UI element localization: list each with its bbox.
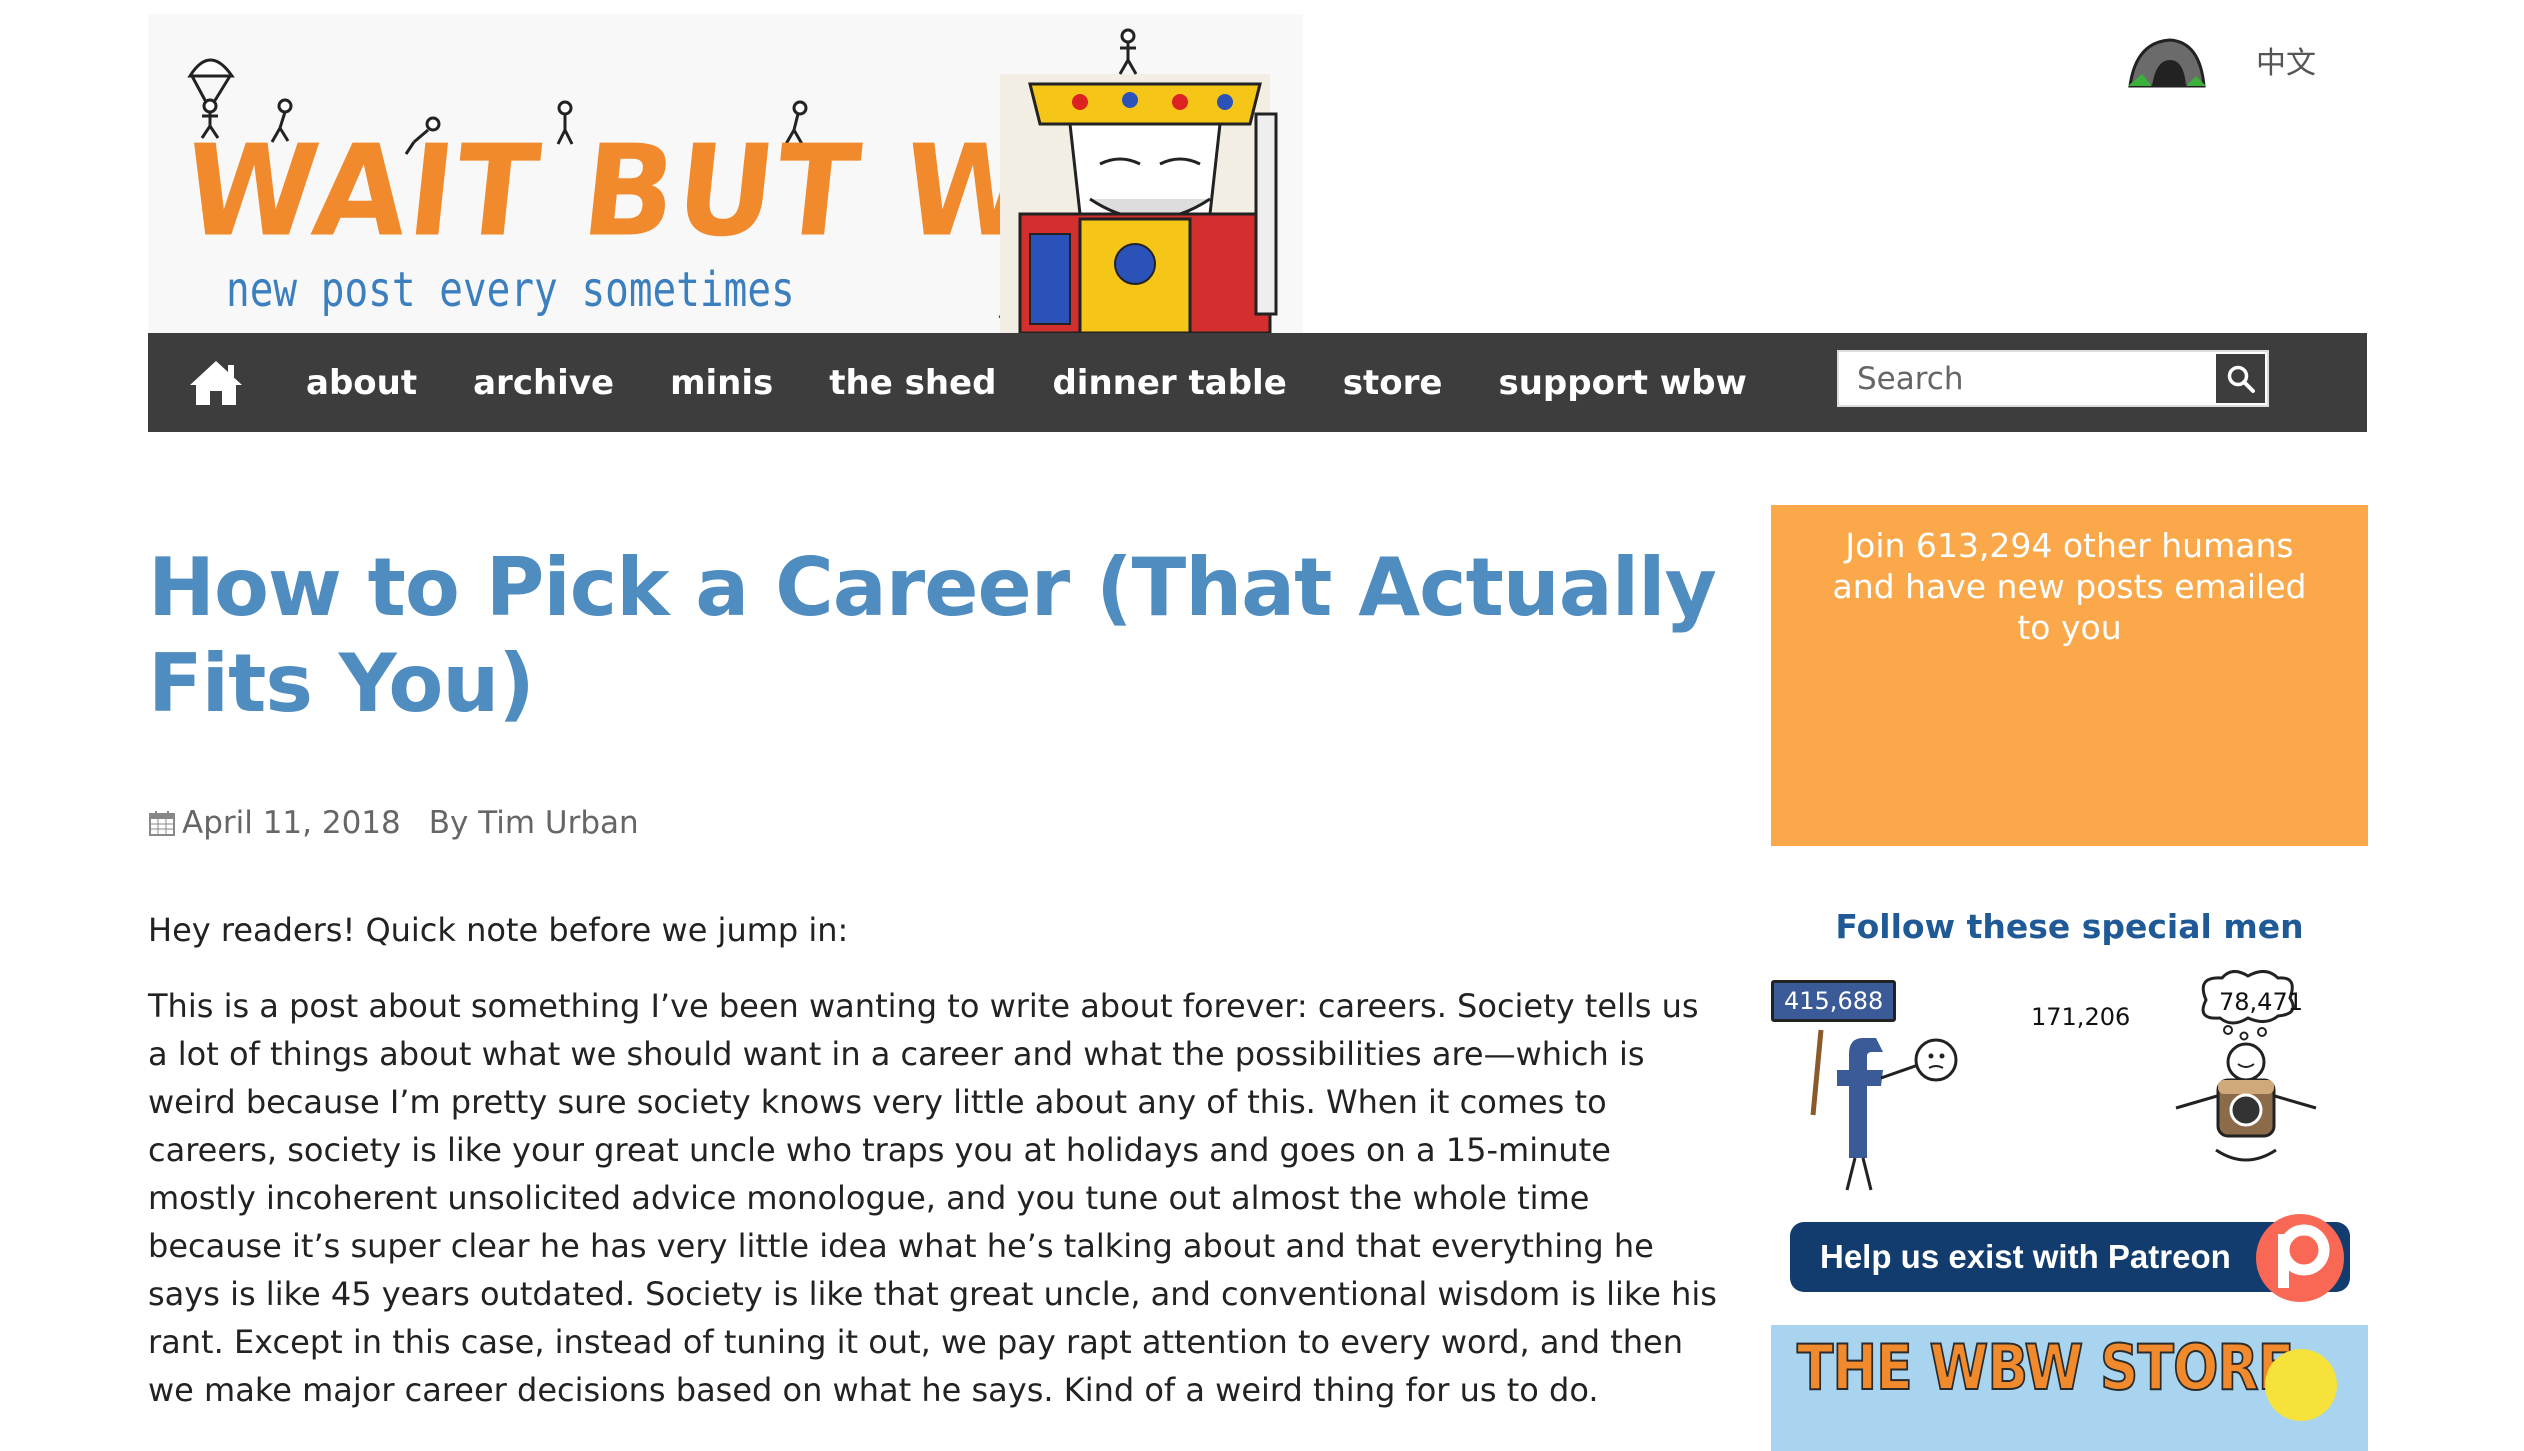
post-body-paragraph: This is a post about something I’ve been… xyxy=(148,987,1717,1409)
post-date: April 11, 2018 xyxy=(182,805,401,841)
nav-item-minis[interactable]: minis xyxy=(670,363,773,403)
search-input[interactable] xyxy=(1839,352,2219,405)
search-button[interactable] xyxy=(2216,354,2265,403)
article: How to Pick a Career (That Actually Fits… xyxy=(148,540,1718,1409)
subscribe-text: Join 613,294 other humans and have new p… xyxy=(1832,526,2307,647)
follow-title: Follow these special men xyxy=(1835,907,2304,946)
post-meta: April 11, 2018 By Tim Urban xyxy=(148,805,639,841)
nav-item-store[interactable]: store xyxy=(1343,363,1443,403)
store-title: THE WBW STORE xyxy=(1796,1330,2295,1405)
calendar-icon xyxy=(149,811,175,836)
post-author[interactable]: By Tim Urban xyxy=(429,805,639,841)
social-follow-area: 415,688 171,206 78,471 xyxy=(1771,970,2368,1200)
nav-item-archive[interactable]: archive xyxy=(473,363,614,403)
search-box xyxy=(1837,350,2269,407)
sun-illustration xyxy=(2265,1349,2337,1421)
logo-tagline: new post every sometimes xyxy=(226,262,795,318)
search-icon xyxy=(2227,365,2255,393)
instagram-count[interactable]: 78,471 xyxy=(2219,988,2303,1016)
main-navigation: about archive minis the shed dinner tabl… xyxy=(148,333,2367,432)
cave-icon[interactable] xyxy=(2126,34,2206,89)
nav-item-support-wbw[interactable]: support wbw xyxy=(1498,363,1747,403)
language-link-chinese[interactable]: 中文 xyxy=(2256,38,2316,82)
facebook-count[interactable]: 415,688 xyxy=(1771,980,1897,1022)
post-intro: Hey readers! Quick note before we jump i… xyxy=(148,911,849,949)
nav-item-dinner-table[interactable]: dinner table xyxy=(1052,363,1286,403)
king-card-illustration xyxy=(1000,28,1278,333)
logo-banner[interactable]: WAIT BUT WHY new post every sometimes xyxy=(148,14,1303,333)
patreon-label: Help us exist with Patreon xyxy=(1820,1238,2231,1275)
nav-item-the-shed[interactable]: the shed xyxy=(829,363,996,403)
nav-items: about archive minis the shed dinner tabl… xyxy=(306,333,1803,432)
patreon-icon xyxy=(2256,1214,2344,1302)
language-area: 中文 xyxy=(2106,30,2366,100)
site-header: WAIT BUT WHY new post every sometimes 中文 xyxy=(148,0,2366,333)
patreon-button[interactable]: Help us exist with Patreon xyxy=(1790,1214,2350,1302)
post-title[interactable]: How to Pick a Career (That Actually Fits… xyxy=(148,540,1718,732)
nav-item-about[interactable]: about xyxy=(306,363,417,403)
email-subscribe-box[interactable]: Join 613,294 other humans and have new p… xyxy=(1771,505,2368,846)
twitter-count[interactable]: 171,206 xyxy=(2031,1003,2130,1031)
wbw-store-banner[interactable]: THE WBW STORE xyxy=(1771,1325,2368,1451)
home-icon[interactable] xyxy=(188,357,244,407)
